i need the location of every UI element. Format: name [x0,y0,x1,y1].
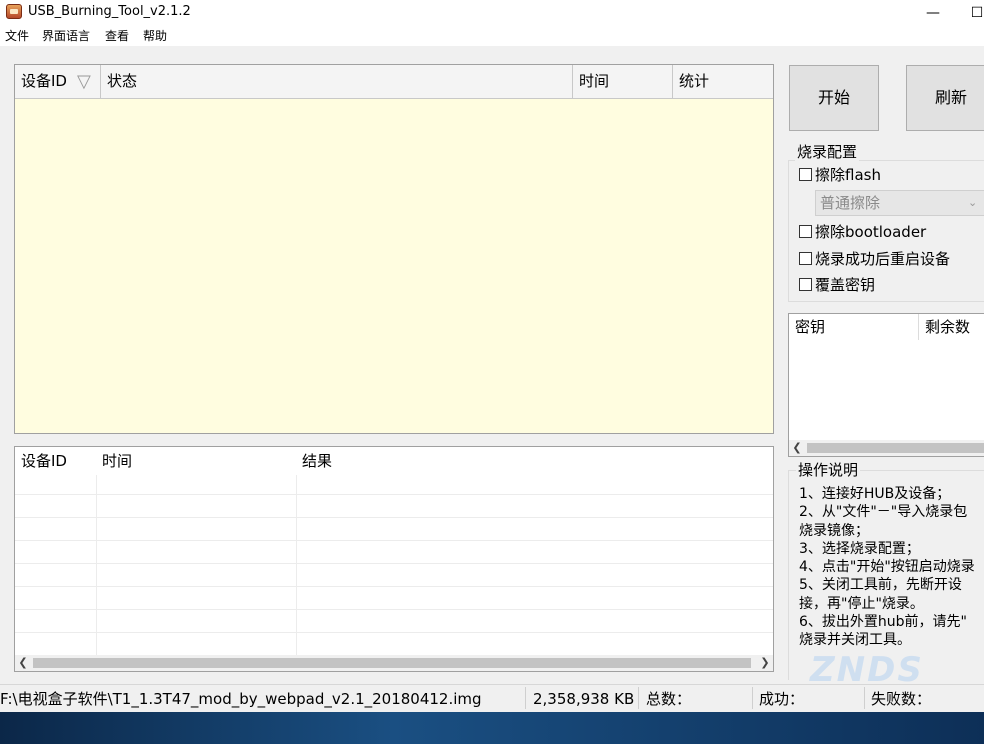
sort-down-icon: ▽ [77,71,91,92]
col-status[interactable]: 状态 [101,65,573,98]
scrollbar-thumb[interactable] [33,658,751,668]
erase-bootloader-checkbox[interactable] [799,225,812,238]
menu-file[interactable]: 文件 [5,28,29,44]
status-divider [525,687,526,709]
table-row-divider [15,586,773,587]
overwrite-key-checkbox[interactable] [799,278,812,291]
status-success: 成功： [759,690,805,708]
status-image-path: F:\电视盒子软件\T1_1.3T47_mod_by_webpad_v2.1_2… [0,690,482,708]
key-col-remaining[interactable]: 剩余数 [919,314,984,340]
result-table-header: 设备ID 时间 结果 [15,447,773,475]
table-row-divider [15,494,773,495]
key-table[interactable]: 密钥 剩余数 ❮ [788,313,984,457]
table-row-divider [15,563,773,564]
result-horizontal-scrollbar[interactable]: ❮ ❯ [15,655,773,671]
erase-mode-select[interactable]: 普通擦除 [815,190,984,216]
start-button[interactable]: 开始 [789,65,879,131]
menu-view[interactable]: 查看 [105,28,129,44]
status-divider [638,687,639,709]
scrollbar-thumb[interactable] [807,443,984,453]
key-horizontal-scrollbar[interactable]: ❮ [789,440,984,456]
overwrite-key-label: 覆盖密钥 [815,276,876,294]
status-divider [864,687,865,709]
result-col-device-id[interactable]: 设备ID [15,447,95,475]
key-table-header: 密钥 剩余数 [789,314,984,340]
reboot-after-checkbox[interactable] [799,252,812,265]
status-fail: 失败数： [871,690,932,708]
table-row-divider [15,517,773,518]
erase-flash-checkbox[interactable] [799,168,812,181]
result-col-result[interactable]: 结果 [296,447,596,475]
instructions-text: 1、连接好HUB及设备； 2、从"文件"－"导入烧录包 烧录镜像； 3、选择烧录… [799,486,975,649]
device-table-header: 设备ID ▽ 状态 时间 统计 [15,65,773,99]
menu-bar: 文件 界面语言 查看 帮助 [0,26,984,46]
table-col-divider [296,475,297,655]
col-stats[interactable]: 统计 [673,65,773,98]
table-row-divider [15,609,773,610]
title-bar: USB_Burning_Tool_v2.1.2 — ☐ [0,0,984,26]
instructions-title: 操作说明 [796,461,861,479]
col-device-id[interactable]: 设备ID ▽ [15,65,101,98]
reboot-after-option[interactable]: 烧录成功后重启设备 [799,250,950,268]
erase-flash-option[interactable]: 擦除flash [799,166,881,184]
refresh-button[interactable]: 刷新 [906,65,984,131]
result-col-time[interactable]: 时间 [96,447,296,475]
table-row-divider [15,632,773,633]
erase-bootloader-option[interactable]: 擦除bootloader [799,223,926,241]
window-title: USB_Burning_Tool_v2.1.2 [28,4,191,19]
minimize-button[interactable]: — [910,0,956,26]
col-device-id-label: 设备ID [21,72,67,90]
erase-flash-label: 擦除flash [815,166,881,184]
status-total: 总数： [646,690,692,708]
col-time[interactable]: 时间 [573,65,673,98]
reboot-after-label: 烧录成功后重启设备 [815,250,951,268]
table-col-divider [96,475,97,655]
status-image-size: 2,358,938 KB [533,690,635,708]
erase-bootloader-label: 擦除bootloader [815,223,927,241]
table-row-divider [15,540,773,541]
scroll-left-icon[interactable]: ❮ [15,655,31,671]
status-divider [752,687,753,709]
scroll-left-icon[interactable]: ❮ [789,440,805,456]
device-table[interactable]: 设备ID ▽ 状态 时间 统计 [14,64,774,434]
menu-help[interactable]: 帮助 [143,28,167,44]
overwrite-key-option[interactable]: 覆盖密钥 [799,276,875,294]
result-table[interactable]: 设备ID 时间 结果 ❮ ❯ [14,446,774,672]
key-col-key[interactable]: 密钥 [789,314,919,340]
chevron-down-icon: ⌄ [968,196,978,209]
burn-config-title: 烧录配置 [795,143,860,161]
taskbar [0,712,984,744]
maximize-button[interactable]: ☐ [954,0,984,26]
app-icon [6,4,22,19]
menu-language[interactable]: 界面语言 [42,28,90,44]
status-bar: F:\电视盒子软件\T1_1.3T47_mod_by_webpad_v2.1_2… [0,684,984,712]
